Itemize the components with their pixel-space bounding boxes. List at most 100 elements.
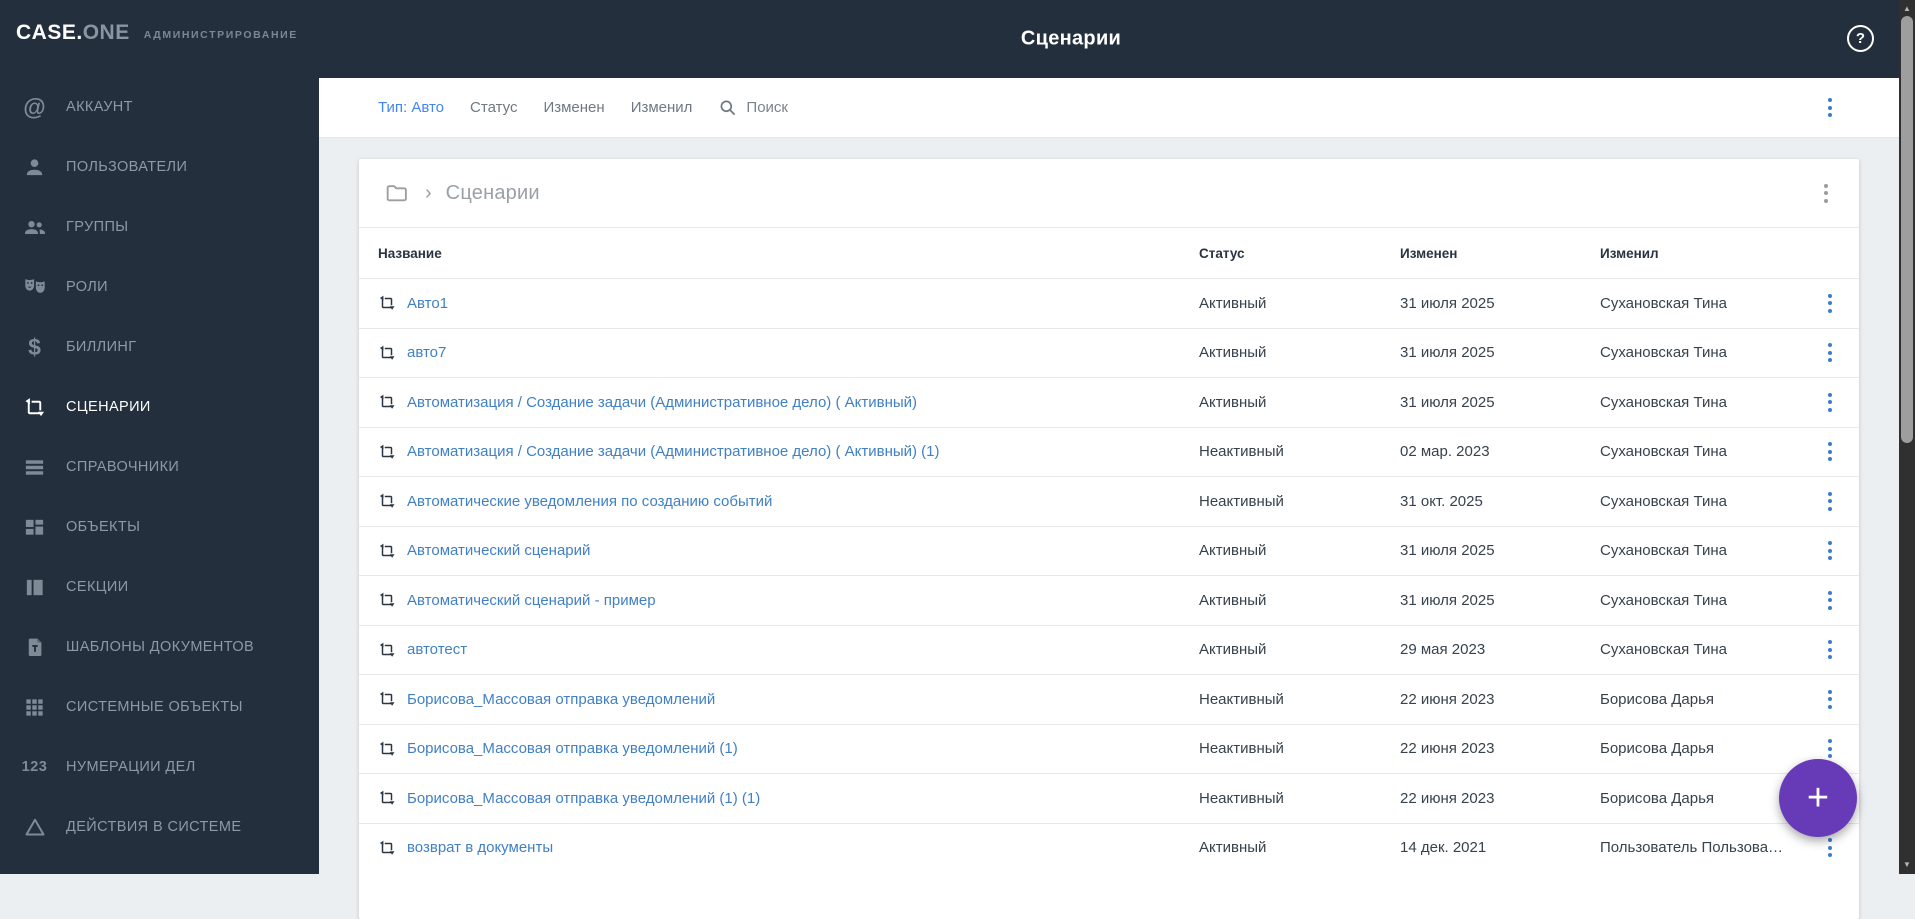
sidebar-item-document-templates[interactable]: ШАБЛОНЫ ДОКУМЕНТОВ [0,617,319,677]
scroll-up-icon[interactable]: ▲ [1899,5,1915,13]
sidebar-item-scenarios[interactable]: СЦЕНАРИИ [0,377,319,437]
row-menu-icon[interactable] [1825,340,1835,365]
row-menu-icon[interactable] [1825,291,1835,316]
modified-cell: 29 мая 2023 [1400,641,1486,659]
modified-cell: 31 июля 2025 [1400,393,1495,411]
sidebar-item-directories[interactable]: СПРАВОЧНИКИ [0,437,319,497]
sidebar-item-groups[interactable]: ГРУППЫ [0,197,319,257]
scenario-crop-icon [378,294,396,312]
sidebar-item-case-numbering[interactable]: 123 НУМЕРАЦИИ ДЕЛ [0,737,319,797]
masks-icon [21,275,48,299]
scenario-name-cell: авто7 [378,344,1199,362]
filter-modified[interactable]: Изменен [543,99,604,116]
table-body: Авто1 Активный 31 июля 2025 Сухановская … [359,278,1859,872]
scrollbar-track[interactable]: ▲ ▼ [1899,0,1915,874]
page-title: Сценарии [1020,27,1122,50]
table-row: Автоматический сценарий Активный 31 июля… [359,525,1859,576]
status-cell: Активный [1199,344,1267,362]
scroll-down-icon[interactable]: ▼ [1899,861,1915,869]
status-cell: Активный [1199,542,1267,560]
modified-cell: 14 дек. 2021 [1400,839,1487,857]
scenario-link[interactable]: возврат в документы [407,839,553,856]
filter-bar: Тип: Авто Статус Изменен Изменил Поиск [319,78,1899,138]
row-menu-icon[interactable] [1825,439,1835,464]
sidebar-item-system-actions[interactable]: ДЕЙСТВИЯ В СИСТЕМЕ [0,797,319,857]
card-menu-icon[interactable] [1821,181,1831,206]
dashboard-icon [21,516,48,539]
row-menu-icon[interactable] [1825,835,1835,860]
row-menu-icon[interactable] [1825,637,1835,662]
table-row: автотест Активный 29 мая 2023 Сухановска… [359,624,1859,675]
scenario-crop-icon [21,396,48,419]
row-menu-icon[interactable] [1825,538,1835,563]
scenario-name-cell: Автоматизация / Создание задачи (Админис… [378,443,1199,461]
scenario-link[interactable]: авто7 [407,344,446,361]
scenario-name-cell: Автоматический сценарий [378,542,1199,560]
sidebar-nav: @ АККАУНТ ПОЛЬЗОВАТЕЛИ ГРУППЫ РОЛИ $ БИЛ… [0,77,319,857]
row-menu-icon[interactable] [1825,489,1835,514]
breadcrumb: › Сценарии [359,159,1859,228]
scenario-crop-icon [378,740,396,758]
scenario-link[interactable]: Автоматизация / Создание задачи (Админис… [407,394,917,411]
sections-icon [21,576,48,599]
scrollbar-thumb[interactable] [1901,16,1913,443]
scenario-link[interactable]: автотест [407,641,467,658]
sidebar-item-sections[interactable]: СЕКЦИИ [0,557,319,617]
filter-menu-icon[interactable] [1825,95,1835,120]
row-menu-icon[interactable] [1825,588,1835,613]
scenario-name-cell: Борисова_Массовая отправка уведомлений [378,690,1199,708]
scenario-link[interactable]: Автоматизация / Создание задачи (Админис… [407,443,940,460]
sidebar-item-roles[interactable]: РОЛИ [0,257,319,317]
users-icon [21,215,48,239]
modified-by-cell: Сухановская Тина [1600,294,1727,312]
sidebar-item-system-objects[interactable]: СИСТЕМНЫЕ ОБЪЕКТЫ [0,677,319,737]
table-row: Автоматический сценарий - пример Активны… [359,575,1859,625]
scenario-link[interactable]: Борисова_Массовая отправка уведомлений [407,691,715,708]
top-header: Сценарии ? [319,0,1915,78]
scenario-crop-icon [378,492,396,510]
sidebar-item-account[interactable]: @ АККАУНТ [0,77,319,137]
table-row: Автоматизация / Создание задачи (Админис… [359,426,1859,477]
scenario-link[interactable]: Борисова_Массовая отправка уведомлений (… [407,790,760,807]
modified-cell: 31 июля 2025 [1400,591,1495,609]
sidebar-item-billing[interactable]: $ БИЛЛИНГ [0,317,319,377]
scenario-name-cell: Авто1 [378,294,1199,312]
search-placeholder: Поиск [746,99,788,116]
filter-status[interactable]: Статус [470,99,517,116]
scenario-link[interactable]: Борисова_Массовая отправка уведомлений (… [407,740,738,757]
row-menu-cell [1800,439,1859,464]
search-input[interactable]: Поиск [718,98,788,117]
scenario-link[interactable]: Автоматический сценарий - пример [407,592,656,609]
modified-by-cell: Сухановская Тина [1600,492,1727,510]
scenario-name-cell: возврат в документы [378,839,1199,857]
status-cell: Активный [1199,839,1267,857]
filter-type[interactable]: Тип: Авто [378,99,444,116]
app-logo[interactable]: CASE.ONE АДМИНИСТРИРОВАНИЕ [0,0,319,66]
sidebar-item-users[interactable]: ПОЛЬЗОВАТЕЛИ [0,137,319,197]
sidebar: CASE.ONE АДМИНИСТРИРОВАНИЕ @ АККАУНТ ПОЛ… [0,0,319,874]
status-cell: Неактивный [1199,443,1284,461]
add-scenario-button[interactable]: + [1779,759,1857,837]
modified-by-cell: Сухановская Тина [1600,344,1727,362]
table-row: авто7 Активный 31 июля 2025 Сухановская … [359,327,1859,378]
brand-text: CASE.ONE [16,21,130,44]
help-icon[interactable]: ? [1847,25,1874,52]
scenario-link[interactable]: Автоматический сценарий [407,542,590,559]
scenario-crop-icon [378,839,396,857]
status-cell: Неактивный [1199,690,1284,708]
scenario-crop-icon [378,690,396,708]
scenario-crop-icon [378,344,396,362]
sidebar-item-objects[interactable]: ОБЪЕКТЫ [0,497,319,557]
folder-icon[interactable] [384,181,409,206]
row-menu-cell [1800,588,1859,613]
column-header-modified: Изменен [1400,245,1458,261]
row-menu-icon[interactable] [1825,687,1835,712]
modified-by-cell: Борисова Дарья [1600,690,1715,708]
row-menu-icon[interactable] [1825,390,1835,415]
scenario-link[interactable]: Авто1 [407,295,448,312]
row-menu-icon[interactable] [1825,736,1835,761]
status-cell: Неактивный [1199,740,1284,758]
modified-by-cell: Сухановская Тина [1600,591,1727,609]
filter-modified-by[interactable]: Изменил [631,99,693,116]
scenario-link[interactable]: Автоматические уведомления по созданию с… [407,493,772,510]
